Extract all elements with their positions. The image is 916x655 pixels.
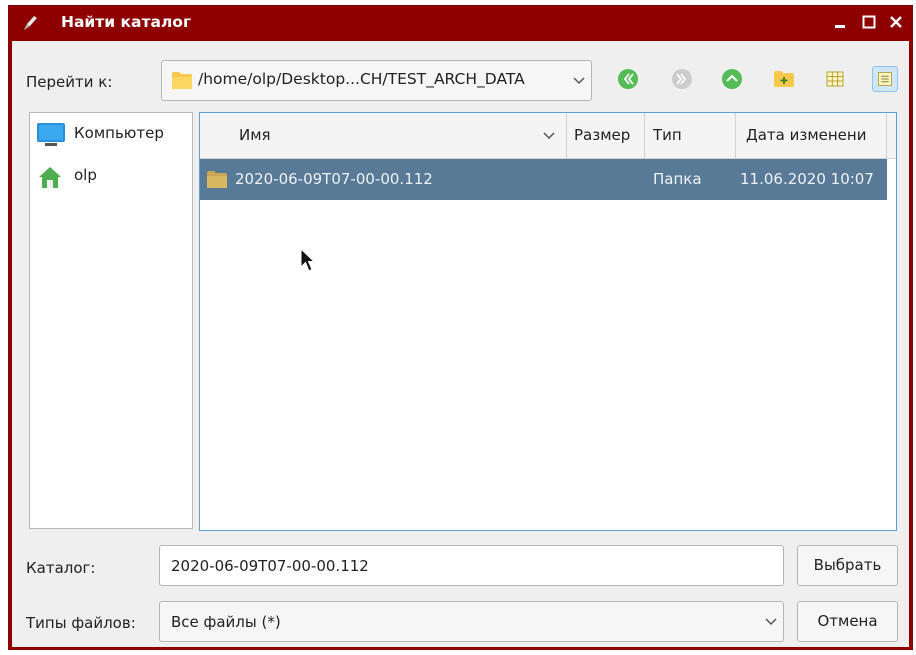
file-date: 11.06.2020 10:07 xyxy=(740,170,874,188)
column-header-size[interactable]: Размер xyxy=(567,113,645,158)
file-types-value: Все файлы (*) xyxy=(171,613,281,631)
file-list[interactable]: Имя Размер Тип Дата изменени 2020-06-09T… xyxy=(199,112,897,531)
new-folder-icon[interactable] xyxy=(771,66,797,92)
folder-icon xyxy=(207,171,227,188)
file-name: 2020-06-09T07-00-00.112 xyxy=(235,170,433,188)
folder-icon xyxy=(172,72,192,89)
file-types-select[interactable]: Все файлы (*) xyxy=(159,601,784,642)
sidebar-item-label: Компьютер xyxy=(74,124,164,142)
forward-icon[interactable] xyxy=(669,66,695,92)
find-directory-dialog: Найти каталог Перейти к: /home/olp/Deskt… xyxy=(8,5,913,650)
mouse-cursor-icon xyxy=(300,248,316,272)
parent-directory-icon[interactable] xyxy=(719,66,745,92)
cancel-button[interactable]: Отмена xyxy=(797,601,898,642)
chevron-down-icon[interactable] xyxy=(573,77,585,85)
close-icon[interactable] xyxy=(887,13,905,31)
path-combobox[interactable]: /home/olp/Desktop...CH/TEST_ARCH_DATA xyxy=(161,60,592,101)
file-list-header: Имя Размер Тип Дата изменени xyxy=(200,113,896,159)
icon-view-icon[interactable] xyxy=(822,66,848,92)
directory-input[interactable]: 2020-06-09T07-00-00.112 xyxy=(159,545,784,586)
maximize-icon[interactable] xyxy=(860,13,878,31)
column-header-name[interactable]: Имя xyxy=(200,113,567,158)
detail-view-icon[interactable] xyxy=(872,66,898,92)
file-type: Папка xyxy=(653,170,702,188)
column-date-label: Дата изменени xyxy=(746,126,867,144)
title-bar[interactable]: Найти каталог xyxy=(8,5,913,41)
window-title: Найти каталог xyxy=(61,13,192,31)
dialog-body: Перейти к: /home/olp/Desktop...CH/TEST_A… xyxy=(12,41,909,647)
back-icon[interactable] xyxy=(615,66,641,92)
sidebar-item-label: olp xyxy=(74,166,97,184)
choose-button[interactable]: Выбрать xyxy=(797,545,898,586)
file-types-label: Типы файлов: xyxy=(26,614,136,632)
chevron-down-icon[interactable] xyxy=(765,618,777,626)
column-size-label: Размер xyxy=(574,126,631,144)
sort-chevron-icon xyxy=(543,132,555,140)
goto-label: Перейти к: xyxy=(26,73,113,91)
places-sidebar: Компьютер olp xyxy=(29,112,193,529)
column-header-type[interactable]: Тип xyxy=(645,113,736,158)
column-name-label: Имя xyxy=(239,126,271,144)
computer-icon xyxy=(37,123,65,146)
path-value: /home/olp/Desktop...CH/TEST_ARCH_DATA xyxy=(198,70,525,88)
directory-label: Каталог: xyxy=(26,559,96,577)
app-icon xyxy=(24,16,37,30)
directory-value: 2020-06-09T07-00-00.112 xyxy=(171,557,369,575)
home-icon xyxy=(39,167,61,188)
table-row[interactable]: 2020-06-09T07-00-00.112 Папка 11.06.2020… xyxy=(200,159,887,200)
minimize-icon[interactable] xyxy=(831,13,849,31)
column-type-label: Тип xyxy=(653,126,682,144)
column-header-date[interactable]: Дата изменени xyxy=(736,113,887,158)
